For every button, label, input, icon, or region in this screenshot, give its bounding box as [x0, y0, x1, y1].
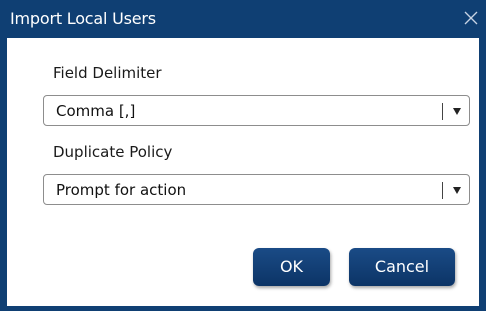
chevron-down-icon[interactable]: [453, 187, 461, 194]
field-delimiter-value: Comma [,]: [56, 102, 136, 120]
duplicate-policy-select[interactable]: Prompt for action: [43, 174, 470, 205]
title-bar: Import Local Users: [0, 0, 486, 38]
dialog-title: Import Local Users: [10, 9, 156, 28]
chevron-down-icon[interactable]: [453, 108, 461, 115]
ok-button[interactable]: OK: [253, 248, 330, 286]
close-icon[interactable]: [462, 9, 480, 27]
select-divider: [442, 182, 443, 199]
field-delimiter-select[interactable]: Comma [,]: [43, 95, 470, 126]
duplicate-policy-label: Duplicate Policy: [53, 143, 173, 161]
import-local-users-dialog: Import Local Users Field Delimiter Comma…: [0, 0, 486, 311]
duplicate-policy-value: Prompt for action: [56, 181, 187, 199]
cancel-button[interactable]: Cancel: [349, 248, 455, 286]
select-divider: [442, 103, 443, 120]
field-delimiter-label: Field Delimiter: [53, 64, 162, 82]
